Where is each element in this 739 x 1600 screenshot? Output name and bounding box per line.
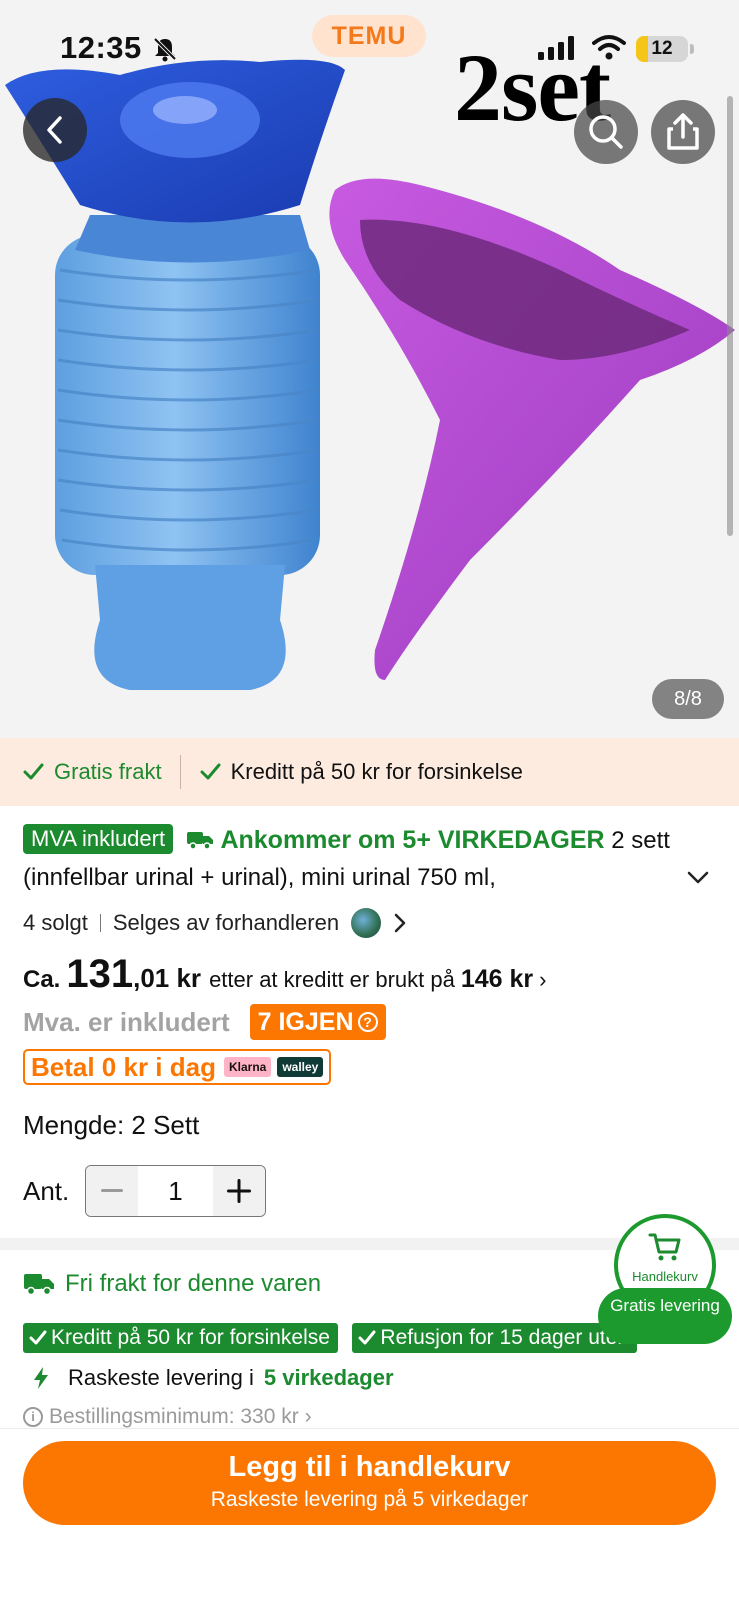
variant-label: Mengde: 2 Sett — [23, 1110, 200, 1140]
credit-label: Kreditt på 50 kr for forsinkelse — [230, 759, 523, 784]
add-to-cart-sublabel: Raskeste levering på 5 virkedager — [210, 1488, 529, 1511]
add-to-cart-label: Legg til i handlekurv — [228, 1451, 511, 1483]
pay-today-text: Betal 0 kr i dag — [31, 1051, 216, 1082]
share-icon — [667, 113, 699, 150]
image-page-counter: 8/8 — [652, 679, 724, 719]
stock-left-text: 7 IGJEN — [257, 1008, 354, 1036]
status-time: 12:35 — [60, 30, 142, 65]
check-icon — [200, 763, 221, 780]
seller-label: Selges av forhandleren — [112, 910, 340, 935]
arrival-estimate: Ankommer om 5+ VIRKEDAGER — [220, 826, 605, 854]
lightning-icon — [34, 1367, 48, 1389]
info-icon: i — [23, 1407, 43, 1427]
bell-off-icon — [153, 37, 177, 62]
chevron-left-icon — [47, 116, 62, 144]
vat-included-badge: MVA inkludert — [23, 824, 174, 854]
battery-level: 12 — [651, 38, 673, 59]
credit-chip-label: Kreditt på 50 kr for forsinkelse — [51, 1326, 330, 1349]
share-button[interactable] — [651, 100, 715, 164]
product-title-block[interactable]: MVA inkludert Ankommer om 5+ VIRKEDAGER … — [23, 822, 713, 896]
order-minimum-row[interactable]: i Bestillingsminimum: 330 kr › — [23, 1405, 312, 1429]
price-prefix: Ca. — [23, 966, 61, 993]
separator — [99, 914, 101, 932]
check-icon — [29, 1330, 47, 1345]
add-to-cart-button[interactable]: Legg til i handlekurv Raskeste levering … — [23, 1441, 716, 1525]
quantity-label: Ant. — [23, 1176, 70, 1206]
delivery-truck-icon — [24, 1274, 54, 1296]
vat-row: Mva. er inkludert 7 IGJEN ? — [23, 1004, 386, 1040]
check-icon — [358, 1330, 376, 1345]
free-shipping-benefit: Gratis frakt — [22, 759, 162, 785]
price-before-credit: 146 kr — [460, 965, 534, 993]
benefit-strip[interactable]: Gratis frakt Kreditt på 50 kr for forsin… — [0, 738, 739, 806]
pay-later-banner[interactable]: Betal 0 kr i dag Klarna walley — [23, 1049, 332, 1085]
delivery-truck-icon — [186, 832, 213, 850]
back-button[interactable] — [23, 98, 87, 162]
cart-icon — [648, 1233, 681, 1261]
free-shipping-label: Gratis frakt — [54, 759, 162, 784]
chevron-down-icon[interactable] — [686, 870, 710, 886]
free-delivery-badge: Gratis levering — [598, 1288, 732, 1344]
price-after-credit-text: etter at kreditt er brukt på — [209, 967, 455, 992]
page-scrollbar[interactable] — [727, 96, 733, 536]
refund-chip-label: Refusjon for 15 dager uten — [380, 1326, 630, 1349]
credit-chip: Kreditt på 50 kr for forsinkelse — [23, 1323, 338, 1353]
fastest-delivery-prefix: Raskeste levering i — [68, 1365, 254, 1390]
seller-avatar[interactable] — [351, 908, 382, 938]
free-shipping-text: Fri frakt for denne varen — [65, 1270, 322, 1297]
help-icon: ? — [357, 1012, 378, 1032]
credit-benefit: Kreditt på 50 kr for forsinkelse — [199, 759, 523, 785]
app-pill[interactable]: TEMU — [312, 15, 426, 57]
plus-icon — [227, 1179, 251, 1203]
search-icon — [589, 115, 623, 149]
fastest-delivery-row: Raskeste levering i 5 virkedager — [32, 1365, 394, 1391]
price-decimal: ,01 kr — [133, 963, 202, 993]
fastest-delivery-days: 5 virkedager — [263, 1365, 394, 1390]
strip-divider — [179, 755, 181, 789]
chevron-right-icon — [394, 913, 406, 933]
price-integer: 131 — [66, 952, 134, 996]
decrease-quantity-button[interactable] — [86, 1166, 138, 1216]
vat-note: Mva. er inkludert — [23, 1006, 230, 1037]
free-shipping-row[interactable]: Fri frakt for denne varen — [23, 1270, 321, 1298]
price-row[interactable]: Ca. 131 ,01 kr etter at kreditt er brukt… — [23, 952, 546, 997]
sold-count: 4 solgt — [23, 910, 88, 935]
battery-cap — [690, 44, 694, 54]
product-image-gallery[interactable]: 12:35 TEMU 12 2set 8/8 — [0, 0, 739, 738]
search-button[interactable] — [574, 100, 638, 164]
quantity-stepper: 1 — [85, 1165, 266, 1217]
battery-icon: 12 — [636, 36, 688, 62]
walley-logo: walley — [277, 1057, 324, 1077]
stock-left-badge[interactable]: 7 IGJEN ? — [249, 1004, 386, 1040]
increase-quantity-button[interactable] — [213, 1166, 265, 1216]
quantity-value[interactable]: 1 — [138, 1166, 213, 1216]
refund-chip: Refusjon for 15 dager uten — [352, 1323, 638, 1353]
seller-row[interactable]: 4 solgt Selges av forhandleren — [23, 908, 407, 938]
order-minimum-text: Bestillingsminimum: 330 kr › — [49, 1405, 312, 1428]
check-icon — [23, 763, 44, 780]
minus-icon — [101, 1189, 123, 1192]
price-chevron: › — [539, 967, 547, 992]
klarna-logo: Klarna — [223, 1057, 272, 1077]
cart-label: Handlekurv — [632, 1269, 698, 1284]
